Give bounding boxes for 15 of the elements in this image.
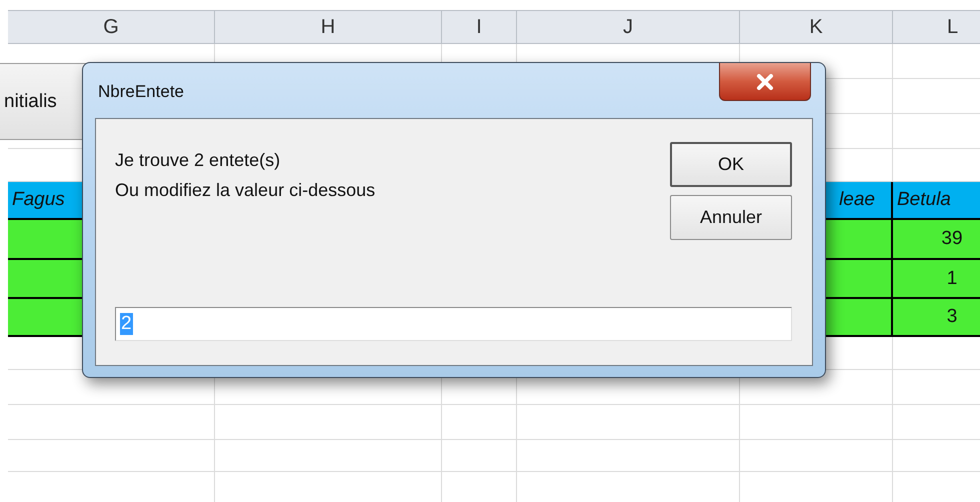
- column-header[interactable]: G: [8, 11, 215, 43]
- table-cell: 39: [893, 220, 980, 260]
- ok-button[interactable]: OK: [670, 142, 792, 187]
- column-header[interactable]: J: [517, 11, 740, 43]
- table-cell: Betula: [893, 182, 980, 220]
- table-cell: 3: [893, 299, 980, 337]
- column-header[interactable]: H: [215, 11, 442, 43]
- column-header[interactable]: I: [442, 11, 517, 43]
- message-text: Je trouve 2 entete(s): [115, 149, 282, 172]
- cancel-button[interactable]: Annuler: [670, 195, 792, 240]
- column-header[interactable]: L: [893, 11, 980, 43]
- table-cell: 1: [893, 260, 980, 299]
- column-header[interactable]: K: [740, 11, 893, 43]
- close-button[interactable]: [719, 63, 811, 101]
- close-icon: [756, 74, 774, 90]
